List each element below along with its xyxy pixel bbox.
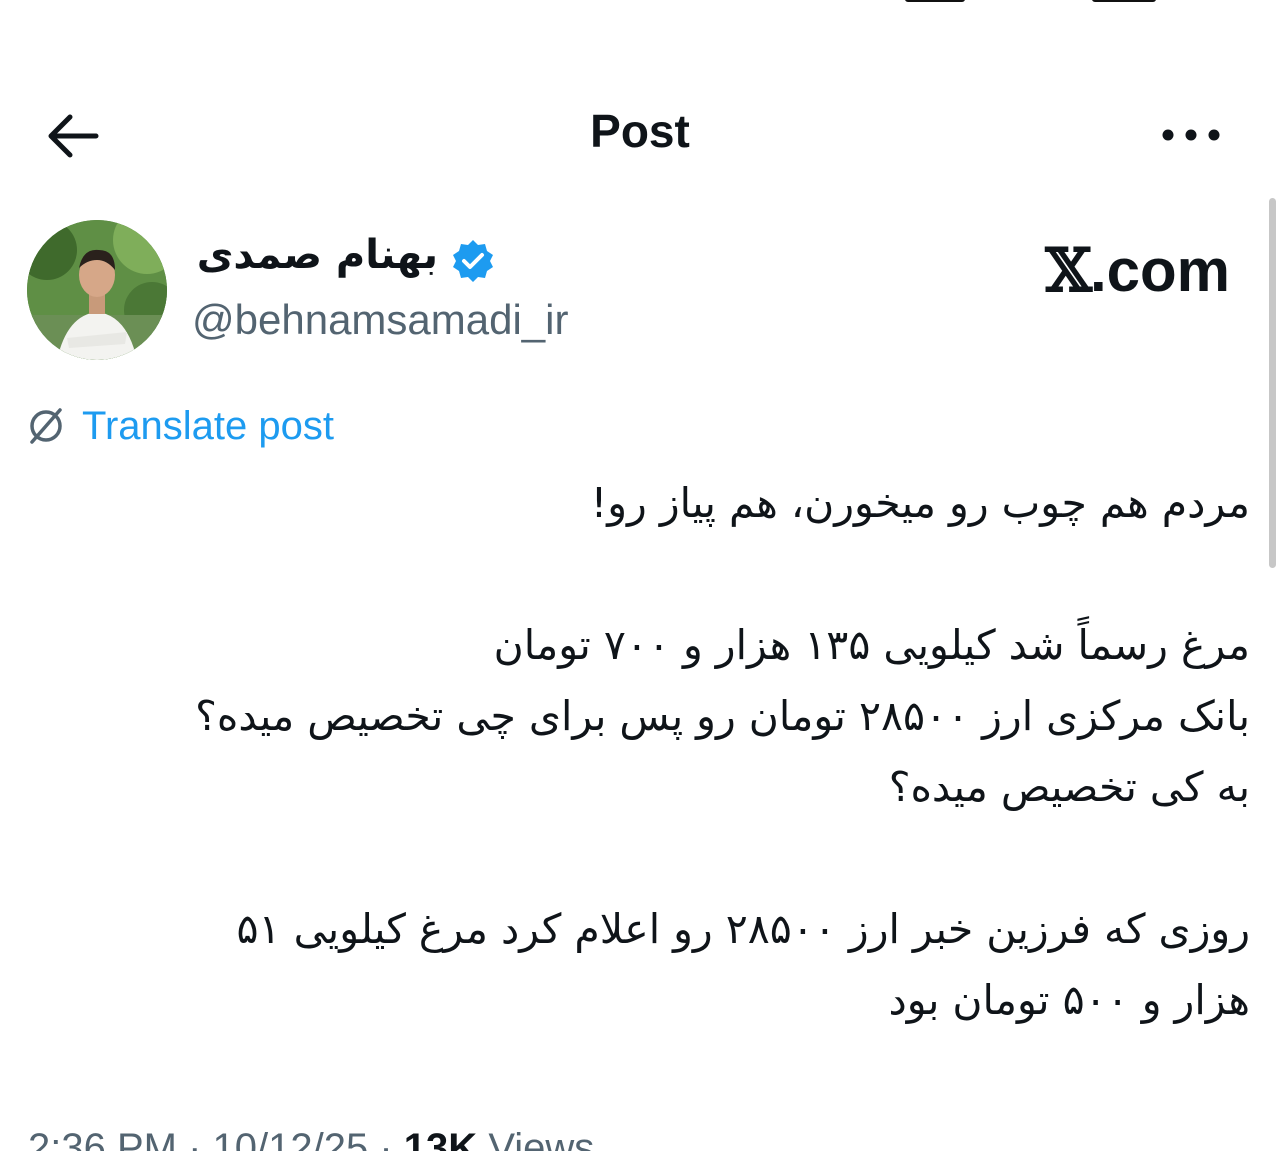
page-title: Post [590,105,690,157]
avatar-photo [27,220,167,360]
post-header: Post [0,96,1280,172]
post-line: مرغ رسماً شد کیلویی ۱۳۵ هزار و ۷۰۰ تومان [493,621,1250,669]
post-line: مردم هم چوب رو میخورن، هم پیاز رو! [590,479,1250,527]
post-line-break [20,823,1250,894]
x-com-watermark: 𝕏.com [1045,236,1230,306]
meta-separator: · [379,1126,404,1151]
watermark-domain: .com [1089,237,1230,304]
meta-separator: · [188,1126,213,1151]
post-line-break [20,539,1250,610]
author-handle[interactable]: @behnamsamadi_ir [192,296,568,344]
verified-badge-icon [453,240,493,282]
post-line: به کی تخصیص میده؟ [888,763,1250,811]
post-date: 10/12/25 [212,1126,369,1151]
x-logo: 𝕏 [1045,236,1092,306]
more-horizontal-icon [1162,129,1220,141]
post-text: مردم هم چوب رو میخورن، هم پیاز رو! مرغ ر… [20,468,1250,1036]
views-label: Views [488,1126,595,1151]
post-line: روزی که فرزین خبر ارز ۲۸۵۰۰ رو اعلام کرد… [236,905,1250,953]
views-count: 13K [403,1126,478,1151]
post-meta: 2:36 PM · 10/12/25 · 13K Views [28,1126,594,1151]
post-page: Post بهنام صمدی @behnamsamadi_ir 𝕏.com T… [0,0,1280,1151]
scrollbar[interactable] [1269,198,1276,568]
translate-post-button[interactable]: Translate post [24,400,334,452]
status-bar-battery [1092,0,1156,2]
translate-label: Translate post [82,403,334,448]
post-line: بانک مرکزی ارز ۲۸۵۰۰ تومان رو پس برای چی… [195,692,1250,740]
avatar[interactable] [27,220,167,360]
post-line: هزار و ۵۰۰ تومان بود [888,976,1250,1024]
status-bar-signal [905,0,965,2]
post-time: 2:36 PM [28,1126,177,1151]
more-options-button[interactable] [1156,110,1226,160]
author-display-name[interactable]: بهنام صمدی [197,232,438,278]
globe-translate-icon [30,408,62,444]
